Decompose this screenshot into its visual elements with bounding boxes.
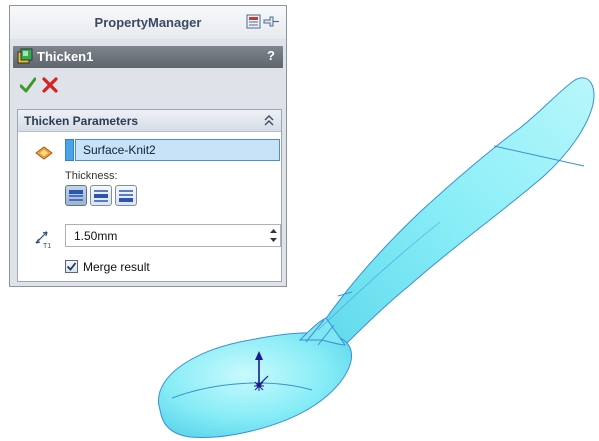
merge-result-checkbox[interactable] — [65, 260, 78, 273]
thicken-side-2-button[interactable] — [115, 185, 137, 206]
thickness-input[interactable]: 1.50mm — [65, 224, 281, 247]
property-manager-title: PropertyManager — [94, 15, 202, 30]
surface-selection-box[interactable]: Surface-Knit2 — [75, 139, 280, 161]
property-manager-panel: PropertyManager Thicken1 ? Thicken Param… — [9, 5, 287, 287]
thicken-side-2-icon — [119, 190, 133, 202]
spoon-bowl — [158, 332, 353, 438]
thicken-parameters-group: Thicken Parameters Surface-Knit2 Thickne… — [17, 109, 282, 282]
thicken-side-1-icon — [69, 190, 83, 201]
thicken-both-sides-button[interactable] — [90, 185, 112, 206]
red-x-icon[interactable] — [42, 77, 58, 93]
pin-icon[interactable] — [246, 14, 280, 30]
checkmark-icon — [66, 262, 77, 271]
thickness-value: 1.50mm — [74, 229, 118, 243]
spoon-handle — [317, 77, 595, 346]
thicken-feature-icon — [16, 48, 34, 66]
selection-color-swatch — [65, 139, 74, 161]
collapse-chevron-icon[interactable] — [264, 115, 274, 126]
help-button[interactable]: ? — [267, 48, 275, 63]
thickness-distance-icon: T1 — [33, 227, 55, 250]
group-header[interactable]: Thicken Parameters — [18, 110, 281, 132]
surface-selection-icon — [35, 144, 53, 162]
thicken-side-1-button[interactable] — [65, 185, 87, 206]
spinner-arrows-icon[interactable] — [269, 227, 278, 244]
green-check-icon[interactable] — [19, 77, 37, 93]
property-manager-header: PropertyManager — [10, 6, 286, 39]
merge-result-label[interactable]: Merge result — [83, 260, 150, 274]
svg-text:T1: T1 — [43, 243, 51, 249]
feature-title-bar: Thicken1 ? — [13, 46, 283, 68]
group-title: Thicken Parameters — [24, 114, 139, 128]
feature-name: Thicken1 — [37, 49, 94, 64]
thickness-label: Thickness: — [65, 170, 118, 182]
thicken-both-sides-icon — [94, 190, 108, 202]
